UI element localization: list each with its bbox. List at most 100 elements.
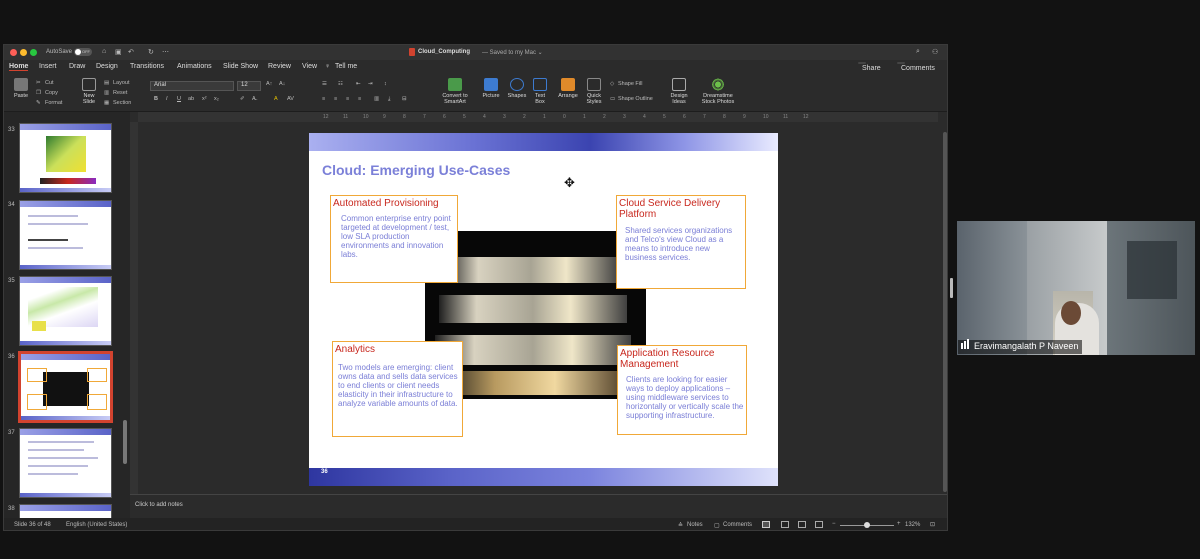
cut-button[interactable]: Cut (45, 80, 54, 86)
current-slide[interactable]: Cloud: Emerging Use-Cases Automated Prov… (309, 133, 778, 486)
normal-view-button[interactable] (762, 521, 770, 528)
design-ideas-button[interactable]: Design Ideas (667, 78, 691, 105)
copy-icon: ❐ (36, 90, 41, 96)
format-painter-button[interactable]: Format (45, 100, 62, 106)
subscript-button[interactable]: x₂ (214, 96, 219, 102)
automated-provisioning-box[interactable]: Automated Provisioning Common enterprise… (330, 195, 458, 283)
comments-button[interactable]: Comments (897, 62, 935, 72)
text-direction-icon[interactable]: ⤓ (388, 96, 390, 103)
shape-outline-button[interactable]: Shape Outline (618, 96, 653, 102)
search-icon[interactable]: ⌕ (916, 48, 920, 56)
fit-to-window-icon[interactable]: ⊡ (930, 521, 935, 528)
tab-insert[interactable]: Insert (39, 63, 57, 70)
slide-thumbnail-36[interactable] (18, 351, 113, 423)
slide-thumbnail-34[interactable] (19, 200, 112, 270)
font-color-button[interactable]: A (274, 96, 278, 102)
autosave-toggle[interactable]: OFF (74, 48, 92, 56)
slide-thumbnail-38[interactable] (19, 504, 112, 518)
convert-smartart-button[interactable]: Convert to SmartArt (440, 78, 470, 105)
application-resource-management-box[interactable]: Application Resource Management Clients … (617, 345, 747, 435)
slideshow-button[interactable] (815, 521, 823, 528)
bold-button[interactable]: B (154, 96, 158, 102)
save-status[interactable]: — Saved to my Mac ⌄ (482, 49, 543, 56)
reading-view-button[interactable] (798, 521, 806, 528)
zoom-in-button[interactable]: + (897, 521, 901, 527)
outdent-icon[interactable]: ⇥ (368, 81, 373, 87)
reset-button[interactable]: Reset (113, 90, 127, 96)
zoom-slider[interactable] (840, 522, 894, 528)
analytics-box[interactable]: Analytics Two models are emerging: clien… (332, 341, 463, 437)
align-center-icon[interactable]: ≡ (334, 96, 337, 102)
strikethrough-button[interactable]: ab (188, 96, 194, 102)
tab-transitions[interactable]: Transitions (130, 63, 164, 70)
tab-design[interactable]: Design (96, 63, 118, 70)
collaborate-icon[interactable]: ⚇ (932, 48, 938, 56)
zoom-slider-thumb[interactable] (864, 522, 870, 528)
bullets-icon[interactable]: ☰ (322, 81, 327, 87)
zoom-out-button[interactable]: − (832, 521, 836, 527)
section-button[interactable]: Section (113, 100, 131, 106)
copy-button[interactable]: Copy (45, 90, 58, 96)
font-name-select[interactable]: Arial (150, 81, 234, 91)
video-panel-resize-handle[interactable] (950, 278, 953, 298)
thumbnail-scrollbar[interactable] (123, 420, 127, 464)
dreamstime-button[interactable]: Dreamstime Stock Photos (698, 78, 738, 105)
align-right-icon[interactable]: ≡ (346, 96, 349, 102)
line-spacing-icon[interactable]: ↕ (384, 81, 387, 87)
maximize-window-button[interactable] (30, 49, 37, 56)
text-box-button[interactable]: Text Box (530, 78, 550, 105)
justify-icon[interactable]: ≡ (358, 96, 361, 102)
tab-slide-show[interactable]: Slide Show (223, 63, 258, 70)
quick-styles-button[interactable]: Quick Styles (582, 78, 606, 105)
slide-title[interactable]: Cloud: Emerging Use-Cases (322, 162, 510, 178)
slide-thumbnail-33[interactable] (19, 123, 112, 193)
language-indicator[interactable]: English (United States) (66, 522, 127, 528)
close-window-button[interactable] (10, 49, 17, 56)
columns-icon[interactable]: ▥ (374, 96, 379, 102)
arrange-button[interactable]: Arrange (556, 78, 580, 99)
tab-draw[interactable]: Draw (69, 63, 85, 70)
tab-view[interactable]: View (302, 63, 317, 70)
increase-font-icon[interactable]: A↑ (266, 81, 272, 87)
slide-thumbnail-37[interactable] (19, 428, 112, 498)
slide-thumbnail-35[interactable] (19, 276, 112, 346)
redo-icon[interactable]: ↻ (148, 48, 154, 56)
zoom-level[interactable]: 132% (905, 522, 920, 528)
shape-fill-button[interactable]: Shape Fill (618, 81, 642, 87)
layout-button[interactable]: Layout (113, 80, 130, 86)
notes-toggle-button[interactable]: Notes (687, 522, 703, 528)
picture-button[interactable]: Picture (480, 78, 502, 99)
italic-button[interactable]: I (166, 96, 168, 102)
canvas-vertical-scrollbar[interactable] (941, 122, 947, 494)
clear-format-icon[interactable]: A̶ (252, 96, 256, 102)
decrease-font-icon[interactable]: A↓ (279, 81, 285, 87)
share-button[interactable]: Share (858, 62, 881, 72)
minimize-window-button[interactable] (20, 49, 27, 56)
shapes-button[interactable]: Shapes (506, 78, 528, 99)
align-text-icon[interactable]: ⊟ (402, 96, 407, 102)
tab-home[interactable]: Home (9, 63, 29, 71)
undo-icon[interactable]: ↶ (128, 48, 134, 56)
font-size-select[interactable]: 12 (237, 81, 261, 91)
comments-toggle-button[interactable]: Comments (723, 522, 752, 528)
participant-video-tile[interactable]: Eravimangalath P Naveen (957, 221, 1195, 355)
tell-me-search[interactable]: Tell me (335, 63, 357, 70)
more-icon[interactable]: ⋯ (162, 48, 169, 56)
numbering-icon[interactable]: ☷ (338, 81, 343, 87)
cloud-service-delivery-box[interactable]: Cloud Service Delivery Platform Shared s… (616, 195, 746, 289)
home-icon[interactable]: ⌂ (102, 48, 106, 55)
slide-sorter-button[interactable] (781, 521, 789, 528)
notes-placeholder[interactable]: Click to add notes (135, 502, 183, 508)
char-spacing-icon[interactable]: AV (287, 96, 294, 102)
tab-review[interactable]: Review (268, 63, 291, 70)
superscript-button[interactable]: x² (202, 96, 207, 102)
underline-button[interactable]: U (177, 96, 181, 102)
notes-pane[interactable]: Click to add notes (130, 494, 947, 518)
save-icon[interactable]: ▣ (115, 48, 122, 56)
paste-button[interactable]: Paste (10, 78, 32, 99)
align-left-icon[interactable]: ≡ (322, 96, 325, 102)
text-highlight-icon[interactable]: ✐ (240, 96, 245, 102)
indent-icon[interactable]: ⇤ (356, 81, 361, 87)
tab-animations[interactable]: Animations (177, 63, 212, 70)
new-slide-button[interactable]: New Slide (78, 78, 100, 105)
